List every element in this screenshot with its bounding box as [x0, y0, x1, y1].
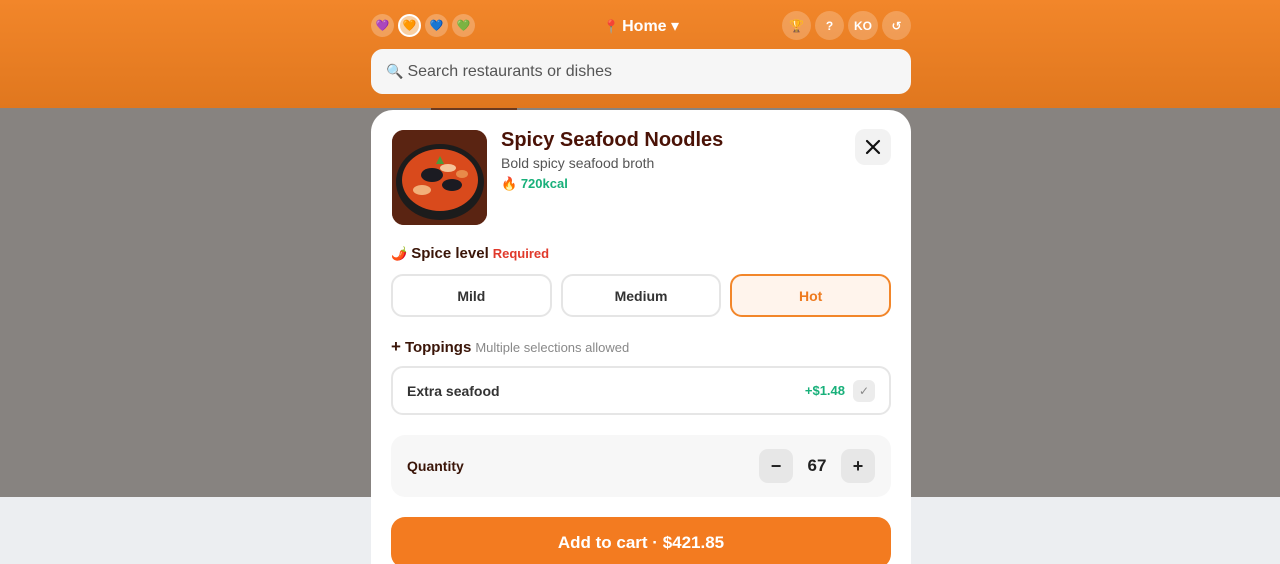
topping-name: Extra seafood: [407, 382, 500, 399]
header-actions: 🏆 ? KO ↺: [782, 11, 911, 40]
search-input[interactable]: 🔍 Search restaurants or dishes: [371, 49, 911, 94]
checkmark-icon: ✓: [858, 383, 870, 398]
search-icon: 🔍: [386, 63, 404, 79]
refresh-button[interactable]: ↺: [882, 11, 911, 40]
toppings-header: + Toppings Multiple selections allowed: [391, 337, 629, 357]
spice-level-label: Spice level: [411, 245, 489, 262]
chili-icon: 🌶️: [391, 246, 408, 261]
spice-option-medium[interactable]: Medium: [560, 274, 722, 317]
language-button[interactable]: KO: [848, 11, 878, 40]
decrement-button[interactable]: −: [759, 449, 793, 483]
topping-price: +$1.48: [804, 383, 845, 398]
topping-option[interactable]: Extra seafood +$1.48 ✓: [391, 366, 891, 415]
increment-button[interactable]: +: [841, 449, 875, 483]
dish-title: Spicy Seafood Noodles: [501, 129, 724, 151]
dish-image: [392, 130, 487, 225]
spice-option-mild[interactable]: Mild: [391, 274, 552, 317]
topping-checkbox[interactable]: ✓: [853, 379, 875, 402]
quantity-stepper: Quantity − 67 +: [391, 435, 891, 497]
spice-level-header: 🌶️ Spice level Required: [391, 245, 549, 262]
item-options-modal: Spicy Seafood Noodles Bold spicy seafood…: [371, 110, 911, 564]
dish-description: Bold spicy seafood broth: [501, 155, 655, 171]
spice-option-hot[interactable]: Hot: [730, 274, 892, 317]
location-label: Home: [622, 18, 667, 35]
quantity-value: 67: [807, 456, 827, 475]
calorie-badge: 🔥 720kcal: [501, 176, 568, 192]
spice-options: Mild Medium Hot: [391, 274, 892, 317]
quantity-label: Quantity: [407, 458, 464, 474]
app-header: 💜 🧡 💙 💚 📍 Home ▾ 🏆 ? KO ↺ 🔍 Search restau…: [0, 0, 1280, 108]
help-button[interactable]: ?: [815, 11, 844, 40]
plus-icon: +: [391, 337, 401, 356]
search-placeholder: Search restaurants or dishes: [407, 62, 612, 80]
toppings-note: Multiple selections allowed: [475, 340, 630, 355]
header-top-row: 💜 🧡 💙 💚 📍 Home ▾ 🏆 ? KO ↺: [371, 11, 911, 41]
fire-icon: 🔥: [501, 176, 518, 191]
toppings-label: Toppings: [404, 339, 472, 356]
add-to-cart-button[interactable]: Add to cart · $421.85: [391, 517, 891, 564]
close-button[interactable]: [855, 129, 891, 165]
close-icon: [865, 139, 881, 155]
calorie-value: 720kcal: [520, 176, 568, 191]
trophy-button[interactable]: 🏆: [782, 11, 811, 40]
location-pin-icon: 📍: [602, 19, 620, 34]
required-badge: Required: [492, 246, 550, 261]
chevron-down-icon: ▾: [671, 18, 680, 35]
